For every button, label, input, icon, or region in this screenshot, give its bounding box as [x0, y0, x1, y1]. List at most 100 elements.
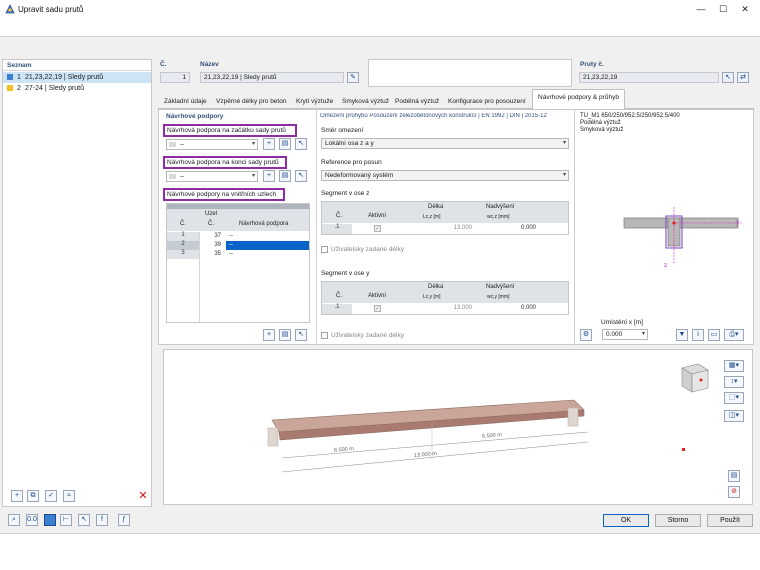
edit-support-icon[interactable]: ▤	[279, 170, 291, 182]
check-all-icon[interactable]: ✓	[45, 490, 57, 502]
table-row[interactable]: 2 39 --	[167, 241, 309, 250]
end-support-group: Návrhová podpora na konci sady prutů	[163, 156, 287, 169]
row-camber[interactable]: 0.000	[472, 305, 536, 311]
ok-button[interactable]: OK	[603, 514, 649, 527]
tab-basic[interactable]: Základní údaje	[160, 95, 211, 109]
close-button[interactable]: ✕	[734, 2, 756, 16]
reset-view-icon[interactable]: ⊘	[728, 486, 740, 498]
name-field[interactable]: 21,23,22,19 | Sledy prutů	[200, 72, 344, 83]
table-row[interactable]: 1 37 --	[167, 232, 309, 241]
pick-support-icon[interactable]: ↖	[295, 329, 307, 341]
direction-value: Lokální osa z a y	[325, 140, 374, 147]
section-settings-icon[interactable]: ⚙	[580, 329, 592, 341]
units-icon[interactable]: 0.0	[26, 514, 38, 526]
cancel-button[interactable]: Storno	[655, 514, 701, 527]
direction-label: Směr omezení	[321, 127, 364, 134]
new-support-icon[interactable]: +	[263, 329, 275, 341]
delete-icon[interactable]: ✕	[137, 490, 149, 502]
section-info: TU_M1 650/250/952.5/250/952.5/400 Podéln…	[580, 113, 680, 134]
list-item[interactable]: 2 27-24 | Sledy prutů	[3, 83, 151, 94]
pick-icon[interactable]: ↖	[78, 514, 90, 526]
select-members-icon[interactable]: ↖	[722, 72, 734, 83]
model-view[interactable]: 6.500 m 6.500 m 13.000 m ▦▾ ↕▾ ⬚▾ ◫▾ ▤ ⊘	[163, 349, 753, 505]
tab-supports-deflection[interactable]: Návrhové podpory & průhyb	[532, 89, 625, 109]
table-icon[interactable]: ▤	[728, 470, 740, 482]
view-cube-icon[interactable]	[674, 358, 714, 398]
row-support: --	[229, 233, 233, 239]
user-lengths-checkbox-z[interactable]	[321, 246, 328, 253]
iso-view-icon[interactable]: ⬚▾	[724, 392, 744, 404]
minimize-button[interactable]: —	[690, 2, 712, 16]
display-options-icon[interactable]: ▦▾	[724, 360, 744, 372]
end-support-select[interactable]: -- ▾	[166, 171, 258, 182]
uncheck-all-icon[interactable]: ≈	[63, 490, 75, 502]
user-lengths-checkbox-y[interactable]	[321, 332, 328, 339]
axis-view-icon[interactable]: ↕▾	[724, 376, 744, 388]
table-header-node: Uzel Č.	[199, 209, 225, 231]
row-no: 1	[167, 232, 199, 241]
pick-support-icon[interactable]: ↖	[295, 138, 307, 150]
number-field[interactable]: 1	[160, 72, 190, 83]
deflection-header: Omezení průhybu Posouzení železobetonový…	[320, 113, 547, 119]
pick-support-icon[interactable]: ↖	[295, 170, 307, 182]
selected-cell[interactable]: --	[226, 241, 309, 250]
position-value: 0.000	[606, 331, 623, 338]
table-row[interactable]: .1 ✓ 13.000 0.000	[322, 224, 568, 234]
edit-name-icon[interactable]: ✎	[347, 72, 359, 83]
header-text: wc,z [mm]	[487, 214, 510, 220]
maximize-button[interactable]: ☐	[712, 2, 734, 16]
reference-value: Nedeformovaný systém	[325, 172, 394, 179]
members-field[interactable]: 21,23,22,19	[579, 72, 719, 83]
tab-config[interactable]: Konfigurace pro posouzení	[444, 95, 532, 109]
row-camber[interactable]: 0.000	[472, 225, 536, 231]
list-panel: Seznam 1 21,23,22,19 | Sledy prutů 2 27-…	[2, 59, 152, 507]
table-row[interactable]: 3 35 --	[167, 250, 309, 259]
active-checkbox[interactable]: ✓	[374, 225, 381, 232]
info-icon[interactable]: i	[692, 329, 704, 341]
reference-select[interactable]: Nedeformovaný systém ▾	[321, 170, 569, 181]
zoom-icon[interactable]: ⌕	[8, 514, 20, 526]
support-swatch	[169, 174, 176, 179]
new-support-icon[interactable]: +	[263, 138, 275, 150]
header-text: Návrhová podpora	[239, 221, 289, 227]
swap-icon[interactable]: ⇄	[737, 72, 749, 83]
print-icon[interactable]: ⎙▾	[724, 329, 744, 341]
list-header: Seznam	[3, 60, 151, 71]
position-select[interactable]: 0.000 ▾	[602, 329, 648, 340]
row-node: 35	[214, 251, 221, 257]
direction-select[interactable]: Lokální osa z a y ▾	[321, 138, 569, 149]
segment-z-table: Č. Aktivní Délka Lc,z [m] Nadvýšení wc,z…	[321, 201, 569, 235]
new-support-icon[interactable]: +	[263, 170, 275, 182]
section-icon[interactable]: ⊢	[60, 514, 72, 526]
number-label: Č.	[160, 61, 167, 68]
script-icon[interactable]: ƒ	[118, 514, 130, 526]
render-mode-icon[interactable]: ◫▾	[724, 410, 744, 422]
active-checkbox[interactable]: ✓	[374, 305, 381, 312]
edit-support-icon[interactable]: ▤	[279, 138, 291, 150]
column-separator	[316, 109, 317, 345]
view-icon[interactable]: ▭	[708, 329, 720, 341]
inner-supports-group: Návrhové podpory na vnitřních uzlech	[163, 188, 285, 201]
tab-longitudinal[interactable]: Podélná výztuž	[391, 95, 443, 109]
axis-z-label: z	[664, 263, 667, 269]
new-item-icon[interactable]: +	[11, 490, 23, 502]
chevron-down-icon: ▾	[251, 141, 255, 147]
apply-button[interactable]: Použít	[707, 514, 753, 527]
start-support-select[interactable]: -- ▾	[166, 139, 258, 150]
color-icon[interactable]	[44, 514, 56, 526]
tab-shear[interactable]: Smyková výztuž	[338, 95, 393, 109]
tab-cover[interactable]: Krytí výztuže	[292, 95, 337, 109]
filter-icon[interactable]: ▼	[676, 329, 688, 341]
header-text: Č.	[336, 213, 342, 219]
formula-icon[interactable]: f	[96, 514, 108, 526]
row-support: --	[229, 251, 233, 257]
title-bar: Upravit sadu prutů — ☐ ✕	[0, 0, 760, 18]
list-item[interactable]: 1 21,23,22,19 | Sledy prutů	[3, 72, 151, 83]
copy-item-icon[interactable]: ⧉	[27, 490, 39, 502]
edit-support-icon[interactable]: ▤	[279, 329, 291, 341]
chevron-down-icon: ▾	[562, 172, 566, 178]
user-lengths-label: Uživatelsky zadané délky	[331, 246, 404, 253]
tab-buckling[interactable]: Vzpěrné délky pro beton	[212, 95, 290, 109]
comment-box[interactable]	[368, 59, 572, 87]
table-row[interactable]: .1 ✓ 13.000 0.000	[322, 304, 568, 314]
